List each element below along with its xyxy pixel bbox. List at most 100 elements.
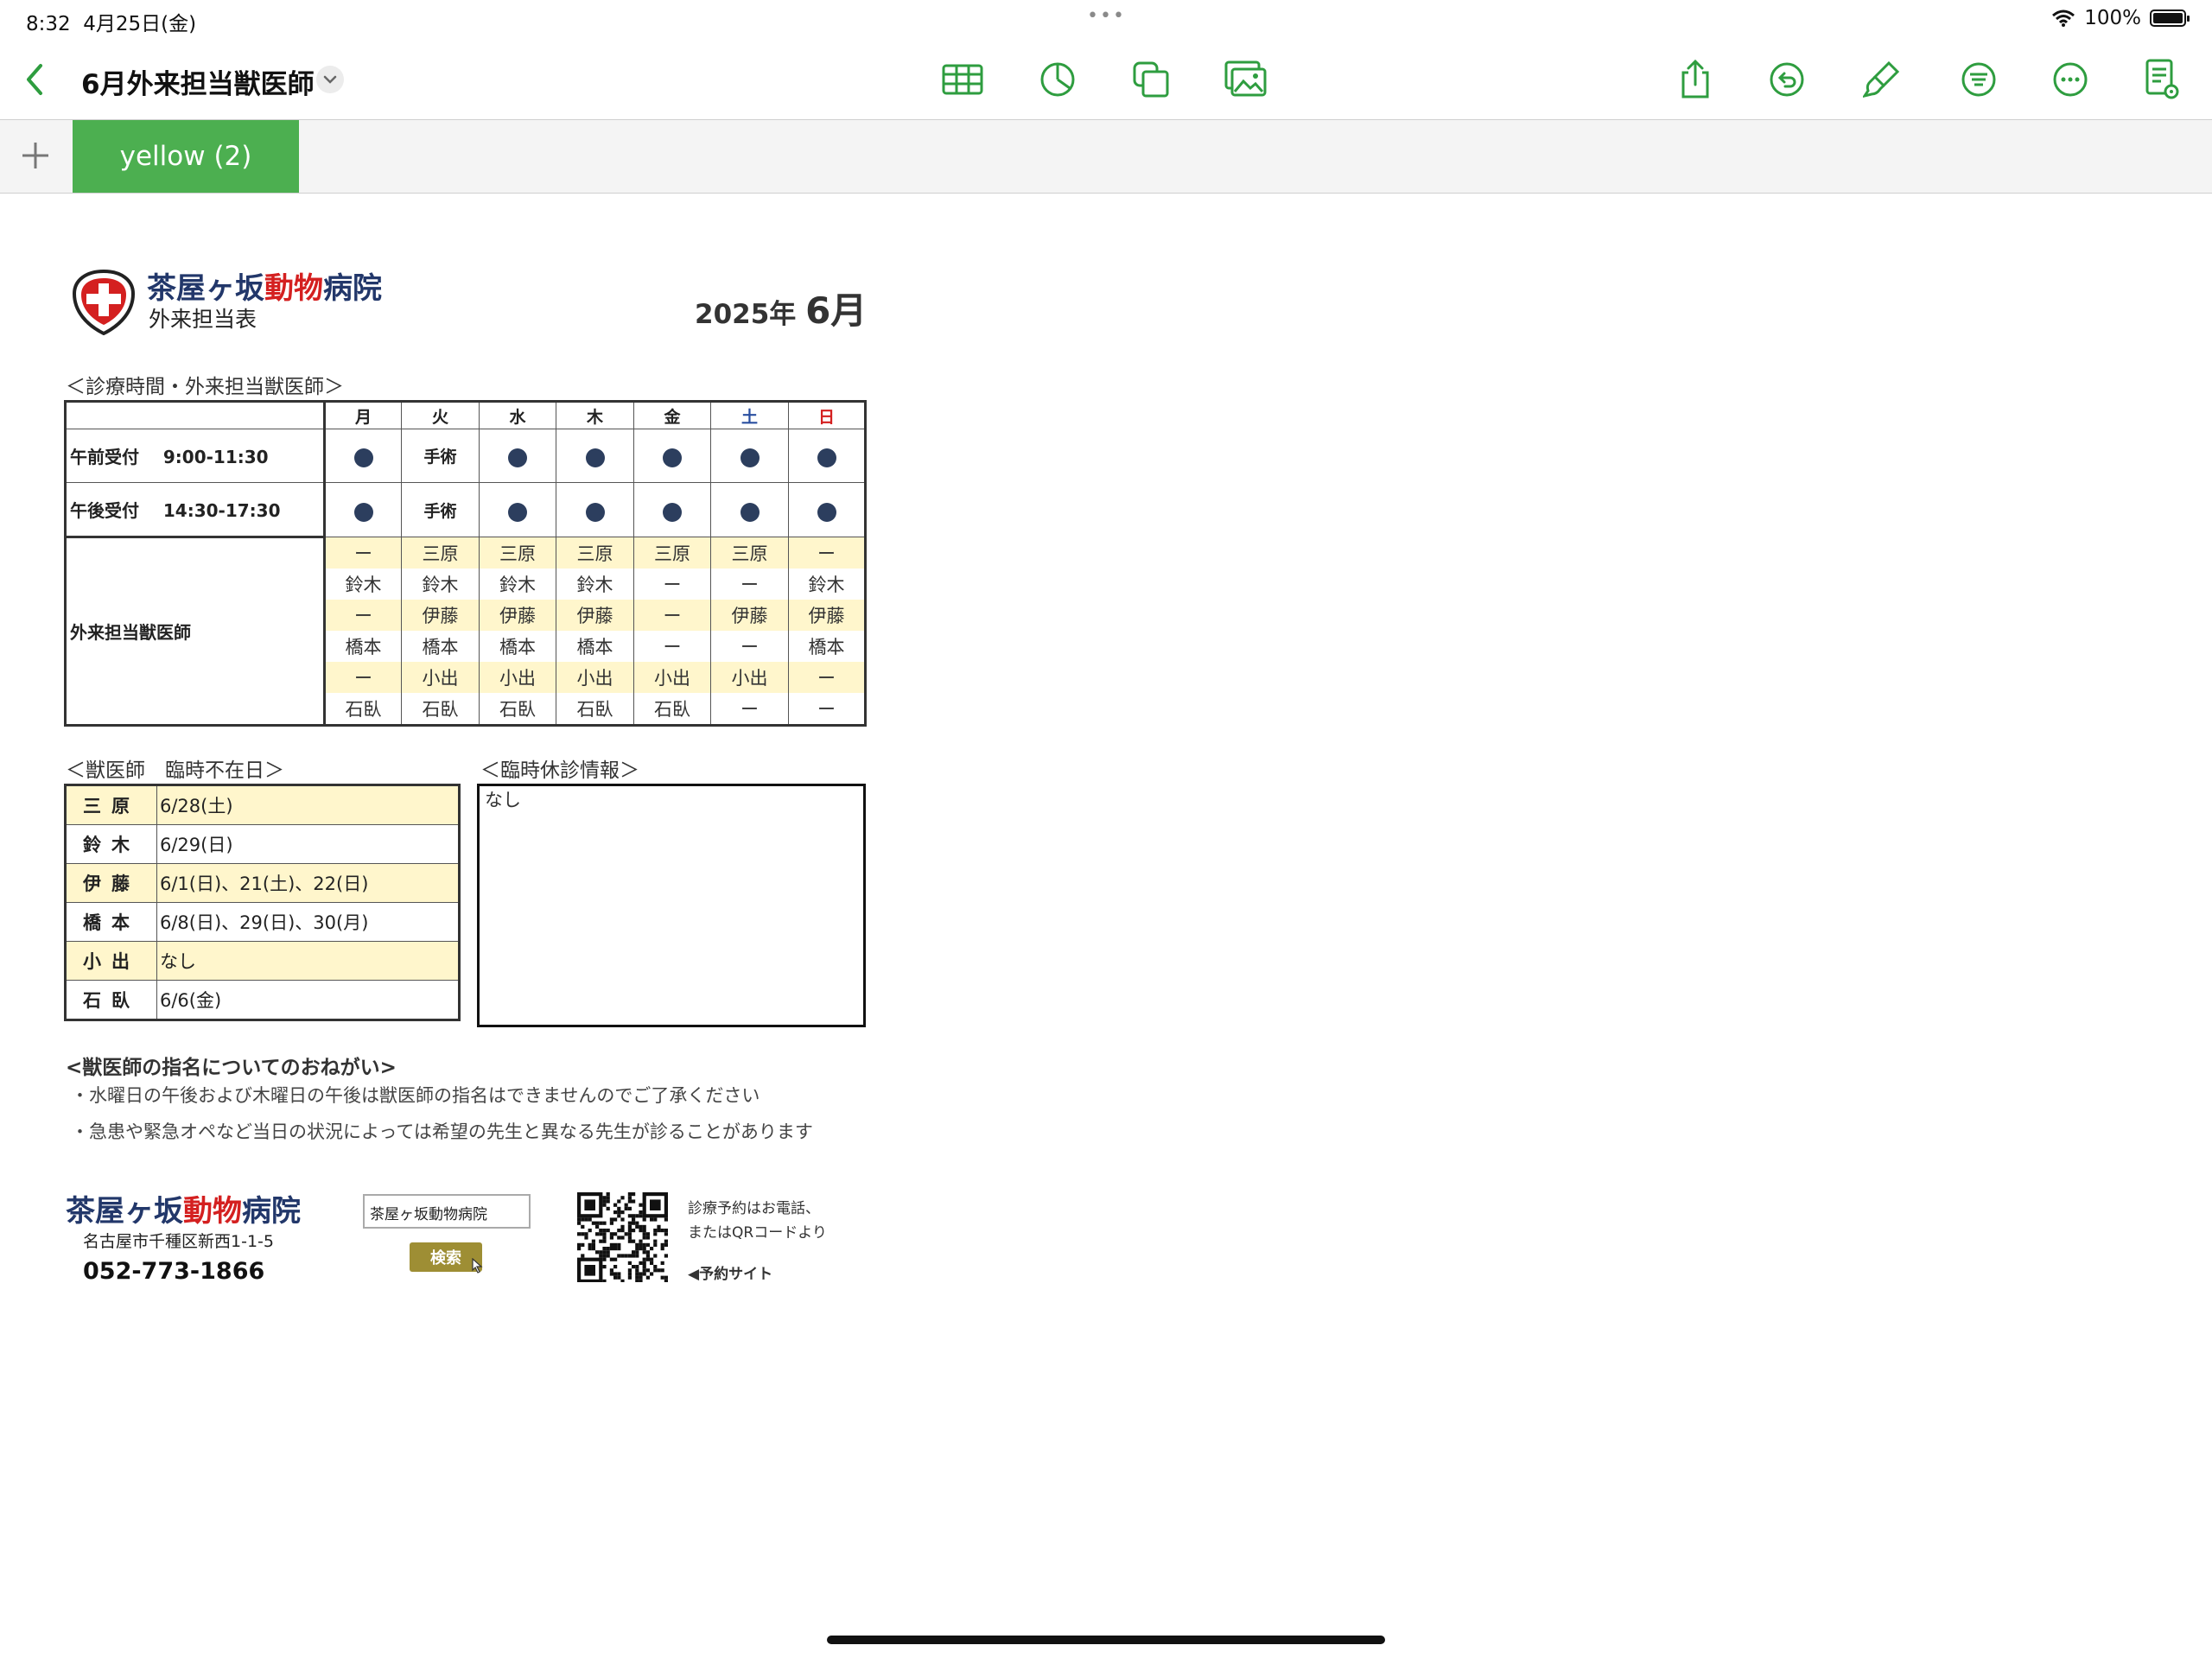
vet-cell[interactable]: 小出	[556, 662, 634, 693]
open-cell[interactable]	[633, 429, 711, 483]
vet-cell[interactable]: 伊藤	[710, 600, 789, 631]
open-cell[interactable]	[788, 429, 866, 483]
vet-cell[interactable]: 石臥	[479, 693, 556, 726]
open-cell[interactable]	[710, 429, 789, 483]
format-icon[interactable]	[1956, 57, 2001, 102]
chart-icon[interactable]	[1035, 57, 1080, 102]
share-icon[interactable]	[1673, 57, 1718, 102]
vet-cell[interactable]: 石臥	[323, 693, 402, 726]
absence-vet-name[interactable]: 小出	[65, 941, 157, 981]
absence-vet-name[interactable]: 石臥	[65, 980, 157, 1020]
vet-cell[interactable]: ー	[323, 537, 402, 569]
vet-cell[interactable]: ー	[710, 569, 789, 600]
sheet-tab-yellow[interactable]: yellow (2)	[73, 120, 299, 193]
vet-cell[interactable]: ー	[323, 662, 402, 693]
surgery-cell[interactable]: 手術	[401, 429, 480, 483]
spreadsheet-canvas[interactable]: 茶屋ヶ坂動物病院 外来担当表 2025年 6月 ＜診療時間・外来担当獣医師＞ 月…	[0, 192, 2212, 1658]
open-cell[interactable]	[788, 482, 866, 537]
vet-cell[interactable]: 石臥	[401, 693, 480, 726]
open-cell[interactable]	[710, 482, 789, 537]
vet-cell[interactable]: 橋本	[479, 631, 556, 662]
vet-cell[interactable]: 鈴木	[401, 569, 480, 600]
vet-cell[interactable]: 鈴木	[323, 569, 402, 600]
open-cell[interactable]	[556, 429, 634, 483]
vet-cell[interactable]: ー	[323, 600, 402, 631]
open-cell[interactable]	[323, 482, 402, 537]
absence-dates[interactable]: 6/1(日)、21(土)、22(日)	[156, 863, 460, 903]
paintbrush-icon[interactable]	[1859, 57, 1904, 102]
vet-cell[interactable]: 橋本	[323, 631, 402, 662]
open-cell[interactable]	[323, 429, 402, 483]
day-header[interactable]: 木	[556, 401, 634, 429]
day-header-sunday[interactable]: 日	[788, 401, 866, 429]
table-icon[interactable]	[940, 57, 985, 102]
vet-cell[interactable]: 三原	[401, 537, 480, 569]
vet-cell[interactable]: 三原	[479, 537, 556, 569]
vet-cell[interactable]: 橋本	[788, 631, 866, 662]
day-header-saturday[interactable]: 土	[710, 401, 789, 429]
absence-dates[interactable]: 6/8(日)、29(日)、30(月)	[156, 902, 460, 942]
undo-icon[interactable]	[1764, 57, 1809, 102]
vet-cell[interactable]: ー	[633, 631, 711, 662]
back-chevron-icon[interactable]	[12, 57, 57, 102]
vets-label[interactable]: 外来担当獣医師	[65, 536, 325, 726]
header-blank-cell[interactable]	[65, 401, 325, 429]
shape-icon[interactable]	[1128, 57, 1173, 102]
vet-cell[interactable]: 鈴木	[788, 569, 866, 600]
vet-cell[interactable]: 伊藤	[401, 600, 480, 631]
vet-cell[interactable]: ー	[633, 569, 711, 600]
vet-cell[interactable]: ー	[788, 537, 866, 569]
day-header[interactable]: 金	[633, 401, 711, 429]
absence-dates[interactable]: 6/28(土)	[156, 785, 460, 825]
more-icon[interactable]	[2048, 57, 2093, 102]
vet-cell[interactable]: ー	[710, 631, 789, 662]
afternoon-time: 14:30-17:30	[162, 500, 281, 521]
chevron-down-icon[interactable]	[316, 66, 344, 93]
morning-hours-label[interactable]: 午前受付 9:00-11:30	[65, 429, 325, 483]
vet-cell[interactable]: 三原	[633, 537, 711, 569]
vet-cell[interactable]: ー	[788, 662, 866, 693]
open-cell[interactable]	[633, 482, 711, 537]
vet-cell[interactable]: 三原	[556, 537, 634, 569]
home-indicator[interactable]	[827, 1636, 1385, 1644]
vet-cell[interactable]: 石臥	[556, 693, 634, 726]
vet-cell[interactable]: ー	[710, 693, 789, 726]
vet-cell[interactable]: 小出	[401, 662, 480, 693]
absence-vet-name[interactable]: 橋本	[65, 902, 157, 942]
vet-cell[interactable]: 伊藤	[556, 600, 634, 631]
day-header[interactable]: 月	[323, 401, 402, 429]
absence-dates[interactable]: なし	[156, 941, 460, 981]
afternoon-hours-label[interactable]: 午後受付 14:30-17:30	[65, 482, 325, 537]
vet-cell[interactable]: ー	[788, 693, 866, 726]
add-sheet-button[interactable]	[16, 136, 55, 175]
vet-cell[interactable]: 石臥	[633, 693, 711, 726]
open-cell[interactable]	[556, 482, 634, 537]
vet-cell[interactable]: 三原	[710, 537, 789, 569]
open-cell[interactable]	[479, 482, 556, 537]
document-view-icon[interactable]	[2139, 57, 2184, 102]
surgery-cell[interactable]: 手術	[401, 482, 480, 537]
year-label: 2025年	[695, 299, 797, 330]
media-icon[interactable]	[1224, 57, 1268, 102]
vet-cell[interactable]: 鈴木	[479, 569, 556, 600]
vet-cell[interactable]: 小出	[710, 662, 789, 693]
absence-vet-name[interactable]: 鈴木	[65, 824, 157, 864]
vet-cell[interactable]: 伊藤	[788, 600, 866, 631]
absence-dates[interactable]: 6/29(日)	[156, 824, 460, 864]
vet-cell[interactable]: 伊藤	[479, 600, 556, 631]
day-header[interactable]: 火	[401, 401, 480, 429]
day-header[interactable]: 水	[479, 401, 556, 429]
absence-vet-name[interactable]: 伊藤	[65, 863, 157, 903]
document-title[interactable]: 6月外来担当獣医師	[81, 62, 315, 101]
vet-cell[interactable]: ー	[633, 600, 711, 631]
vet-cell[interactable]: 鈴木	[556, 569, 634, 600]
absence-dates[interactable]: 6/6(金)	[156, 980, 460, 1020]
vet-cell[interactable]: 小出	[633, 662, 711, 693]
absence-vet-name[interactable]: 三原	[65, 785, 157, 825]
closure-info-box[interactable]: なし	[477, 784, 866, 1027]
vet-cell[interactable]: 小出	[479, 662, 556, 693]
vet-cell[interactable]: 橋本	[401, 631, 480, 662]
vet-cell[interactable]: 橋本	[556, 631, 634, 662]
open-cell[interactable]	[479, 429, 556, 483]
multitasking-dots-icon[interactable]: •••	[1087, 5, 1126, 27]
